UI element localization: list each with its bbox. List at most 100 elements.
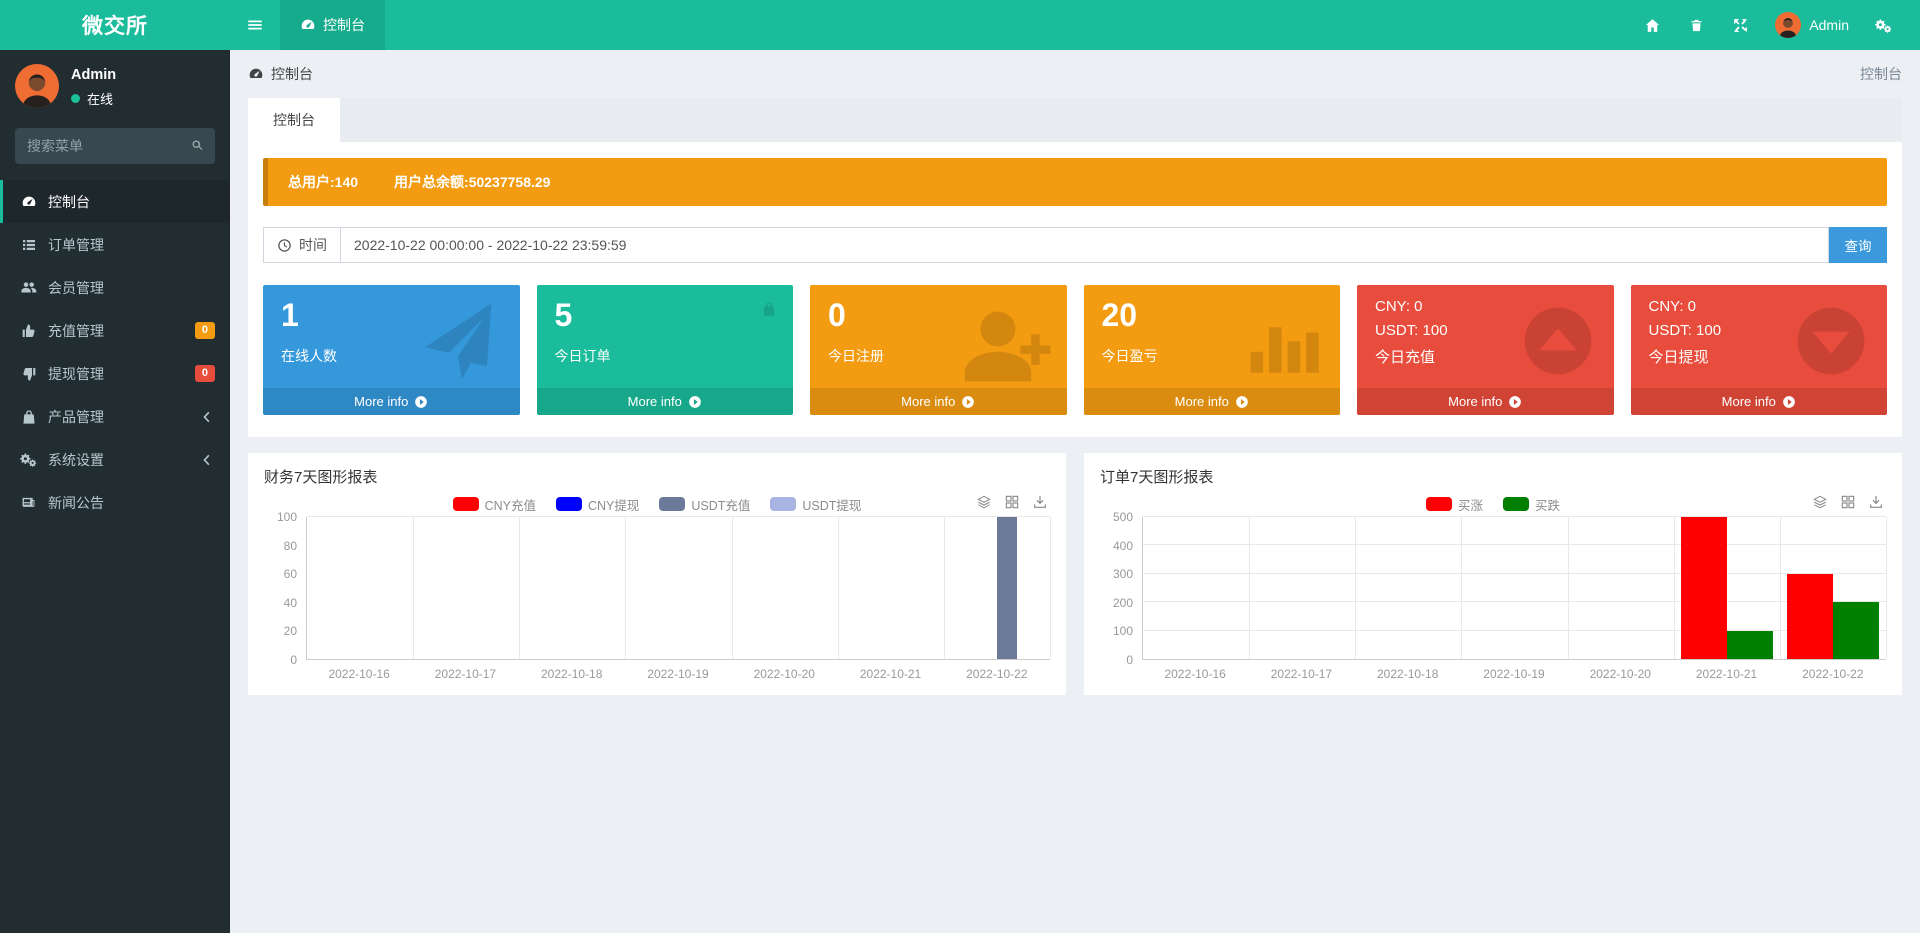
sidebar-user-status-label: 在线 (87, 89, 113, 108)
sidebar-toggle-button[interactable] (230, 0, 280, 50)
header-tab-dashboard[interactable]: 控制台 (280, 0, 385, 50)
legend-label: USDT充值 (691, 495, 750, 514)
more-arrow-icon (1782, 395, 1796, 409)
info-box-0: 1在线人数More info (263, 285, 520, 415)
plot-area (1142, 517, 1886, 660)
sidebar-item-5[interactable]: 产品管理 (0, 395, 230, 438)
more-info-link[interactable]: More info (537, 388, 794, 415)
stack-icon[interactable] (1812, 494, 1828, 510)
sidebar-item-1[interactable]: 订单管理 (0, 223, 230, 266)
trash-button[interactable] (1675, 0, 1718, 50)
info-box-row: 1在线人数More info5今日订单More info0今日注册More in… (263, 285, 1887, 415)
sidebar-item-2[interactable]: 会员管理 (0, 266, 230, 309)
app-logo[interactable]: 微交所 (0, 0, 230, 50)
tiled-icon[interactable] (1004, 494, 1020, 510)
chart-bar (997, 517, 1017, 659)
sidebar-item-label: 会员管理 (48, 278, 104, 298)
sidebar-item-label: 新闻公告 (48, 493, 104, 513)
y-tick-label: 100 (277, 510, 297, 524)
sidebar-item-3[interactable]: 充值管理0 (0, 309, 230, 352)
more-info-link[interactable]: More info (810, 388, 1067, 415)
y-tick-label: 20 (284, 624, 297, 638)
legend-item[interactable]: 买涨 (1426, 495, 1483, 514)
x-tick-label: 2022-10-21 (837, 667, 943, 681)
chart-bar (1833, 602, 1879, 659)
stack-icon[interactable] (976, 494, 992, 510)
more-info-label: More info (628, 394, 682, 409)
x-tick-label: 2022-10-22 (1780, 667, 1886, 681)
tiled-icon[interactable] (1840, 494, 1856, 510)
time-filter: 时间 查询 (263, 227, 1887, 263)
legend-item[interactable]: USDT充值 (659, 495, 750, 514)
query-button[interactable]: 查询 (1829, 227, 1887, 263)
y-tick-label: 40 (284, 596, 297, 610)
dashboard-card-body: 总用户:140 用户总余额:50237758.29 时间 查询 1在线人数Mor… (248, 142, 1902, 437)
tab-dashboard[interactable]: 控制台 (248, 98, 340, 142)
chart-legend: CNY充值 CNY提现 USDT充值 USDT提现 (264, 491, 1050, 517)
info-box-5: CNY: 0USDT: 100今日提现More info (1631, 285, 1888, 415)
header-user-name: Admin (1809, 17, 1849, 33)
y-tick-label: 80 (284, 539, 297, 553)
legend-item[interactable]: CNY充值 (453, 495, 536, 514)
sidebar-item-label: 充值管理 (48, 321, 104, 341)
legend-item[interactable]: USDT提现 (770, 495, 861, 514)
legend-item[interactable]: CNY提现 (556, 495, 639, 514)
x-tick-label: 2022-10-16 (1142, 667, 1248, 681)
charts-row: 财务7天图形报表CNY充值CNY提现USDT充值USDT提现0204060801… (248, 453, 1902, 695)
download-icon[interactable] (1868, 494, 1884, 510)
search-icon (190, 138, 205, 153)
settings-button[interactable] (1861, 0, 1906, 50)
chart-legend: 买涨 买跌 (1100, 491, 1886, 517)
badge: 0 (195, 365, 215, 382)
legend-item[interactable]: 买跌 (1503, 495, 1560, 514)
clock-icon (277, 238, 292, 253)
sidebar-item-7[interactable]: 新闻公告 (0, 481, 230, 524)
dashboard-card: 控制台 总用户:140 用户总余额:50237758.29 时间 查询 1在线人… (248, 98, 1902, 437)
x-tick-label: 2022-10-19 (625, 667, 731, 681)
legend-label: CNY充值 (485, 495, 536, 514)
header-tab-label: 控制台 (323, 15, 365, 35)
chart-bar (1787, 574, 1833, 659)
user-menu[interactable]: Admin (1763, 12, 1861, 38)
sidebar-search-input[interactable] (15, 128, 215, 164)
y-tick-label: 200 (1113, 596, 1133, 610)
breadcrumb-right: 控制台 (1860, 64, 1902, 84)
legend-swatch (1426, 497, 1452, 511)
chart-title: 财务7天图形报表 (264, 466, 1050, 487)
x-tick-label: 2022-10-17 (412, 667, 518, 681)
time-range-input[interactable] (341, 227, 1829, 263)
legend-swatch (1503, 497, 1529, 511)
legend-label: 买涨 (1458, 495, 1483, 514)
y-tick-label: 0 (1126, 653, 1133, 667)
x-tick-label: 2022-10-21 (1673, 667, 1779, 681)
home-button[interactable] (1630, 0, 1675, 50)
legend-swatch (556, 497, 582, 511)
more-info-link[interactable]: More info (1631, 388, 1888, 415)
download-icon[interactable] (1032, 494, 1048, 510)
legend-swatch (659, 497, 685, 511)
trash-icon (1689, 17, 1704, 34)
chart-box-1: 订单7天图形报表买涨买跌01002003004005002022-10-1620… (1084, 453, 1902, 695)
sidebar-search (15, 128, 215, 164)
sidebar-item-6[interactable]: 系统设置 (0, 438, 230, 481)
sidebar-item-4[interactable]: 提现管理0 (0, 352, 230, 395)
more-info-link[interactable]: More info (263, 388, 520, 415)
info-box-number: 5 (555, 298, 794, 333)
more-arrow-icon (961, 395, 975, 409)
x-axis: 2022-10-162022-10-172022-10-182022-10-19… (1142, 667, 1886, 681)
users-icon (20, 279, 37, 296)
online-status-icon (71, 94, 80, 103)
chart-title: 订单7天图形报表 (1100, 466, 1886, 487)
bar-chart-icon (1240, 301, 1324, 385)
more-info-link[interactable]: More info (1084, 388, 1341, 415)
sidebar-item-0[interactable]: 控制台 (0, 180, 230, 223)
chevron-left-icon (198, 411, 215, 423)
cogs-icon (1875, 17, 1892, 34)
info-box-label: 今日订单 (555, 346, 794, 366)
top-navbar: 微交所 控制台 Admin (0, 0, 1920, 50)
expand-button[interactable] (1718, 0, 1763, 50)
more-info-label: More info (1175, 394, 1229, 409)
y-tick-label: 100 (1113, 624, 1133, 638)
more-info-link[interactable]: More info (1357, 388, 1614, 415)
legend-label: CNY提现 (588, 495, 639, 514)
